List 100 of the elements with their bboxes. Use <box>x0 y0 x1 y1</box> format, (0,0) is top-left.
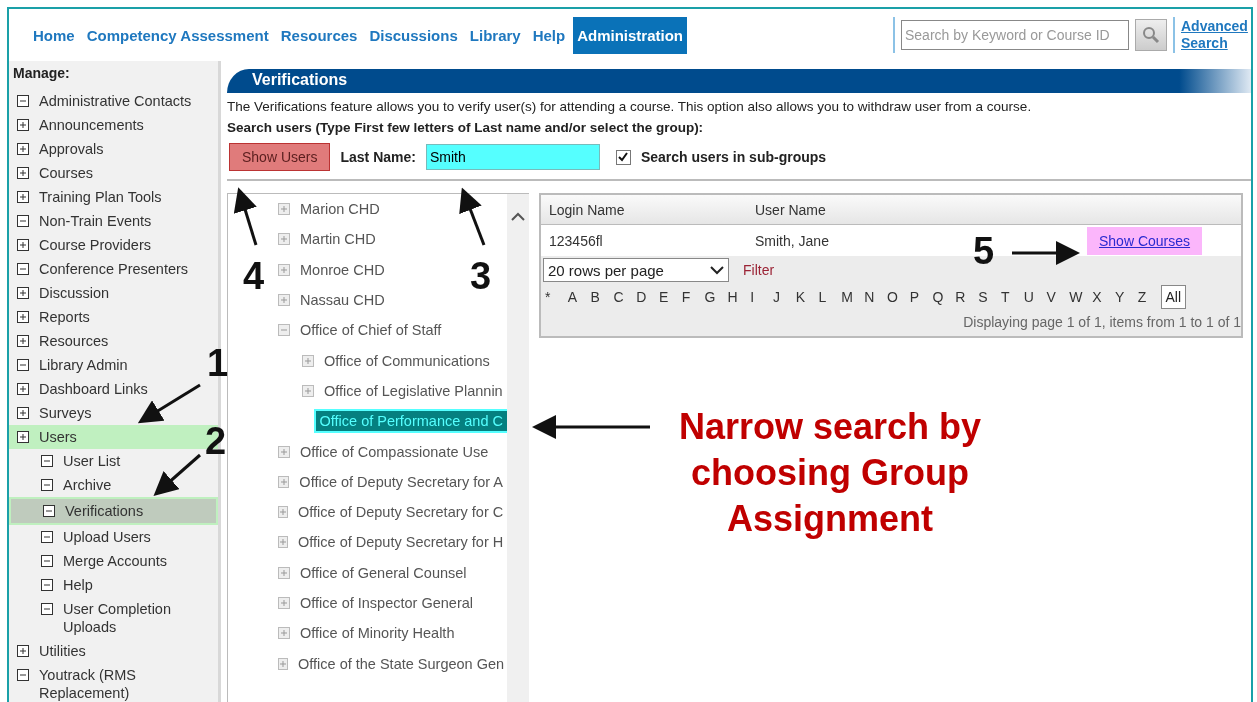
nav-link[interactable]: Administration <box>573 16 687 54</box>
sidebar-item[interactable]: Reports <box>9 305 218 329</box>
show-users-button[interactable]: Show Users <box>229 143 331 171</box>
sidebar-item[interactable]: Merge Accounts <box>9 549 218 573</box>
letter-link[interactable]: I <box>750 289 773 305</box>
tree-item[interactable]: Monroe CHD <box>296 259 389 280</box>
tree-item[interactable]: Office of Legislative Plannin <box>320 380 507 401</box>
letter-link[interactable]: H <box>727 289 751 305</box>
sidebar-item[interactable]: Discussion <box>9 281 218 305</box>
letter-link[interactable]: D <box>636 289 659 305</box>
tree-item[interactable]: Office of Deputy Secretary for C <box>294 502 507 523</box>
nav-link[interactable]: Competency Assessment <box>82 16 273 54</box>
letter-link[interactable]: G <box>704 289 728 305</box>
subgroups-checkbox[interactable] <box>615 149 631 165</box>
nav-link[interactable]: Discussions <box>365 16 462 54</box>
expand-icon[interactable] <box>17 311 29 323</box>
tree-item[interactable]: Office of Inspector General <box>296 593 478 613</box>
expand-icon[interactable] <box>17 119 29 131</box>
collapse-icon[interactable] <box>41 555 53 567</box>
letter-link[interactable]: M <box>841 289 865 305</box>
letter-link[interactable]: W <box>1069 289 1093 305</box>
sidebar-item[interactable]: Upload Users <box>9 525 218 549</box>
letter-link[interactable]: J <box>772 289 796 305</box>
tree-item[interactable]: Office of Compassionate Use <box>296 441 493 462</box>
filter-link[interactable]: Filter <box>743 262 775 278</box>
expand-icon[interactable] <box>17 287 29 299</box>
sidebar-item[interactable]: Course Providers <box>9 233 218 257</box>
letter-link[interactable]: X <box>1092 289 1115 305</box>
scrollbar[interactable] <box>507 194 529 702</box>
expand-icon[interactable] <box>17 383 29 395</box>
expand-icon[interactable] <box>17 143 29 155</box>
sidebar-item[interactable]: Administrative Contacts <box>9 89 218 113</box>
letter-link[interactable]: U <box>1023 289 1047 305</box>
tree-item[interactable]: Office of Deputy Secretary for A <box>295 471 507 492</box>
letter-link[interactable]: B <box>590 289 614 305</box>
advanced-search-link[interactable]: Advanced Search <box>1181 18 1251 52</box>
expand-icon[interactable] <box>17 167 29 179</box>
letter-link[interactable]: * <box>545 289 568 305</box>
sidebar-item[interactable]: User Completion Uploads <box>9 597 218 639</box>
tree-item[interactable]: Marion CHD <box>296 199 384 220</box>
collapse-icon[interactable] <box>17 263 29 275</box>
letter-link[interactable]: K <box>795 289 819 305</box>
all-button[interactable]: All <box>1160 285 1187 309</box>
sidebar-item[interactable]: Help <box>9 573 218 597</box>
sidebar-item[interactable]: Youtrack (RMS Replacement) <box>9 663 218 702</box>
letter-link[interactable]: T <box>1000 289 1024 305</box>
collapse-icon[interactable] <box>17 215 29 227</box>
letter-link[interactable]: L <box>818 289 842 305</box>
tree-item[interactable]: Office of Performance and C <box>315 411 507 432</box>
sidebar-item[interactable]: Announcements <box>9 113 218 137</box>
letter-link[interactable]: C <box>613 289 637 305</box>
nav-link[interactable]: Resources <box>276 16 362 54</box>
tree-item[interactable]: Office of the State Surgeon Gen <box>294 653 507 674</box>
letter-link[interactable]: F <box>681 289 705 305</box>
letter-link[interactable]: Z <box>1137 289 1161 305</box>
collapse-icon[interactable] <box>41 455 53 467</box>
letter-link[interactable]: Q <box>932 289 956 305</box>
collapse-icon[interactable] <box>41 603 53 615</box>
letter-link[interactable]: V <box>1046 289 1070 305</box>
letter-link[interactable]: E <box>659 289 682 305</box>
search-button[interactable] <box>1135 19 1167 51</box>
nav-link[interactable]: Library <box>465 16 525 54</box>
tree-item[interactable]: Office of Deputy Secretary for H <box>294 532 507 553</box>
collapse-icon[interactable] <box>17 669 29 681</box>
scroll-up-icon[interactable] <box>511 212 525 222</box>
tree-item[interactable]: Martin CHD <box>296 229 380 250</box>
letter-link[interactable]: S <box>978 289 1001 305</box>
sidebar-item[interactable]: Approvals <box>9 137 218 161</box>
tree-item[interactable]: Nassau CHD <box>296 290 389 311</box>
show-courses-link[interactable]: Show Courses <box>1087 226 1203 255</box>
nav-link[interactable]: Help <box>528 16 570 54</box>
sidebar-item[interactable]: Utilities <box>9 639 218 663</box>
collapse-icon[interactable] <box>43 505 55 517</box>
letter-link[interactable]: N <box>864 289 887 305</box>
sidebar-item[interactable]: Courses <box>9 161 218 185</box>
expand-icon[interactable] <box>17 431 29 443</box>
collapse-icon[interactable] <box>41 479 53 491</box>
rows-per-page-select[interactable]: 20 rows per page <box>543 258 729 282</box>
expand-icon[interactable] <box>17 239 29 251</box>
search-field[interactable]: Search by Keyword or Course ID <box>901 20 1129 50</box>
sidebar-item[interactable]: Non-Train Events <box>9 209 218 233</box>
tree-item[interactable]: Office of Minority Health <box>296 623 459 644</box>
last-name-field[interactable]: Smith <box>425 144 600 170</box>
letter-link[interactable]: A <box>567 289 591 305</box>
letter-link[interactable]: Y <box>1114 289 1138 305</box>
tree-item[interactable]: Office of Chief of Staff <box>296 320 446 341</box>
letter-link[interactable]: R <box>955 289 979 305</box>
sidebar-item[interactable]: Conference Presenters <box>9 257 218 281</box>
collapse-icon[interactable] <box>17 95 29 107</box>
collapse-icon[interactable] <box>17 359 29 371</box>
nav-link[interactable]: Home <box>29 16 79 54</box>
tree-item[interactable]: Office of General Counsel <box>296 562 471 583</box>
expand-icon[interactable] <box>17 645 29 657</box>
letter-link[interactable]: P <box>909 289 933 305</box>
letter-link[interactable]: O <box>886 289 910 305</box>
tree-item[interactable]: Office of Communications <box>320 350 494 371</box>
expand-icon[interactable] <box>17 407 29 419</box>
sidebar-item[interactable]: Verifications <box>9 497 218 525</box>
expand-icon[interactable] <box>17 191 29 203</box>
sidebar-item[interactable]: Training Plan Tools <box>9 185 218 209</box>
